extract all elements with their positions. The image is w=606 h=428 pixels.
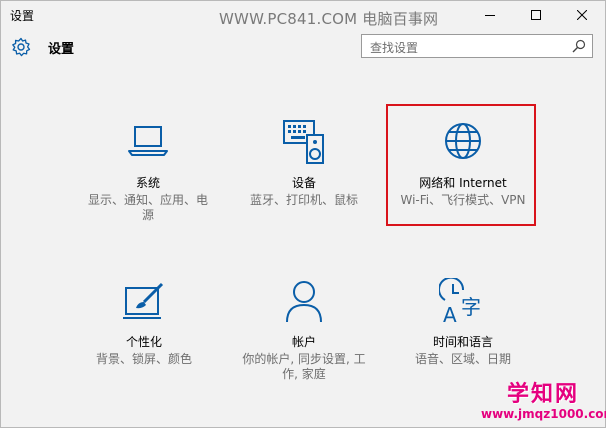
- search-icon: [572, 39, 586, 53]
- settings-header: 设置 查找设置: [1, 28, 605, 68]
- laptop-icon: [128, 126, 168, 156]
- devices-icon: [283, 120, 324, 164]
- settings-window: 设置 WWW.PC841.COM 电脑百事网 设置 查找设置 系统 显示、通知、…: [0, 0, 606, 428]
- highlight-frame: [386, 104, 536, 226]
- item-label: 时间和语言: [432, 335, 493, 349]
- gear-icon: [12, 37, 31, 57]
- item-label: 个性化: [125, 335, 162, 349]
- item-desc-line: 你的帐户, 同步设置, 工: [242, 352, 366, 366]
- settings-item-system[interactable]: 系统 显示、通知、应用、电 源: [78, 119, 218, 223]
- settings-item-time-language[interactable]: A 字 时间和语言 语音、区域、日期: [393, 278, 533, 367]
- svg-text:A: A: [443, 303, 457, 326]
- brand-name: 学知网: [506, 382, 579, 407]
- item-label: 系统: [135, 176, 160, 190]
- maximize-button[interactable]: [513, 1, 559, 28]
- title-bar[interactable]: 设置 WWW.PC841.COM 电脑百事网: [1, 1, 605, 28]
- minimize-button[interactable]: [467, 1, 513, 28]
- close-icon: [577, 9, 587, 20]
- item-label: 帐户: [291, 335, 316, 349]
- page-title: 设置: [48, 42, 75, 57]
- item-desc-line: 背景、锁屏、颜色: [95, 352, 192, 366]
- item-desc: 显示、通知、应用、电 源: [78, 193, 218, 223]
- item-desc: 蓝牙、打印机、鼠标: [234, 193, 374, 208]
- svg-text:字: 字: [461, 295, 481, 319]
- brand-logo: 学知网 www.jmqz1000.com: [481, 382, 606, 427]
- brand-url: www.jmqz1000.com: [481, 407, 606, 421]
- search-placeholder: 查找设置: [370, 41, 419, 55]
- item-desc: 语音、区域、日期: [393, 352, 533, 367]
- time-language-icon: A 字: [439, 278, 481, 326]
- item-desc: 你的帐户, 同步设置, 工 作, 家庭: [234, 352, 374, 382]
- search-input[interactable]: 查找设置: [361, 34, 593, 58]
- maximize-icon: [531, 9, 541, 20]
- personalize-icon: [123, 282, 164, 319]
- item-desc-line: 语音、区域、日期: [414, 352, 511, 366]
- item-desc-line: 显示、通知、应用、电: [87, 193, 208, 207]
- close-button[interactable]: [559, 1, 605, 28]
- settings-item-personalization[interactable]: 个性化 背景、锁屏、颜色: [74, 278, 214, 367]
- item-desc: 背景、锁屏、颜色: [74, 352, 214, 367]
- item-desc-line: 源: [141, 208, 154, 222]
- settings-item-devices[interactable]: 设备 蓝牙、打印机、鼠标: [234, 119, 374, 208]
- watermark-text: WWW.PC841.COM 电脑百事网: [219, 10, 439, 28]
- item-desc-line: 作, 家庭: [282, 367, 326, 381]
- person-icon: [286, 281, 322, 323]
- minimize-icon: [485, 14, 495, 16]
- window-title: 设置: [10, 9, 35, 23]
- item-desc-line: 蓝牙、打印机、鼠标: [249, 193, 358, 207]
- settings-item-accounts[interactable]: 帐户 你的帐户, 同步设置, 工 作, 家庭: [234, 278, 374, 382]
- item-label: 设备: [291, 176, 316, 190]
